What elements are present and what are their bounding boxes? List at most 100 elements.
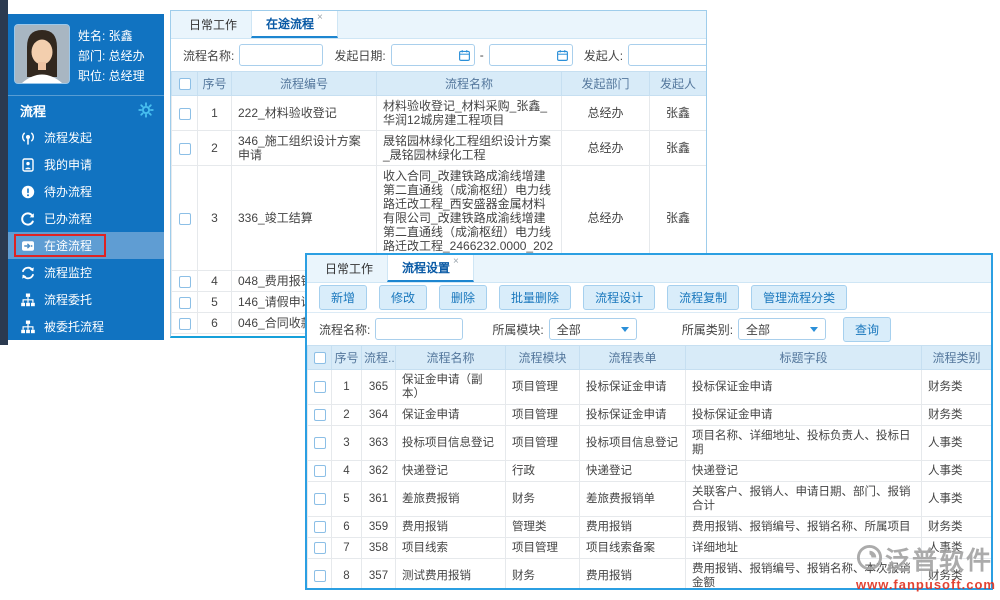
col-header-dept: 发起部门 — [561, 71, 650, 96]
flow-name-input[interactable] — [239, 44, 324, 66]
start-date-label: 发起日期: — [334, 48, 386, 63]
table-row: 8 357 测试费用报销 财务 费用报销 费用报销、报销编号、报销名称、本次报销… — [307, 558, 991, 588]
tab-close-icon[interactable]: × — [453, 256, 459, 267]
row-checkbox[interactable] — [178, 275, 191, 288]
sidebar-item-label: 流程发起 — [44, 131, 93, 145]
cell-no: 3 — [331, 425, 362, 461]
cell-flow-name: 费用报销 — [395, 516, 506, 538]
toolbar-button[interactable]: 新增 — [319, 285, 368, 310]
toolbar-button[interactable]: 删除 — [439, 285, 488, 310]
cell-flow-code: 365 — [361, 369, 396, 405]
cell-title-fields: 费用报销、报销编号、报销名称、所属项目 — [685, 516, 922, 538]
cell-no: 1 — [197, 95, 232, 131]
row-checkbox[interactable] — [313, 408, 326, 421]
gear-icon[interactable] — [138, 102, 154, 118]
tab-label: 日常工作 — [325, 262, 374, 276]
settings-table-body: 1 365 保证金申请（副本） 项目管理 投标保证金申请 投标保证金申请 财务类… — [307, 369, 991, 588]
row-checkbox[interactable] — [313, 520, 326, 533]
tab-flow-settings[interactable]: 流程设置 × — [387, 255, 474, 282]
tab-label: 流程设置 — [402, 261, 451, 275]
sidebar-item-in-transit-flows[interactable]: 在途流程 — [8, 232, 164, 259]
panel1-tabbar: 日常工作 在途流程 × — [171, 11, 706, 39]
cell-flow-name: 材料验收登记_材料采购_张鑫_华润12城房建工程项目 — [376, 95, 562, 131]
cell-flow-name: 快递登记 — [395, 460, 506, 482]
toolbar-button[interactable]: 流程设计 — [583, 285, 656, 310]
module-label: 所属模块: — [492, 322, 544, 337]
cell-initiator: 张鑫 — [649, 130, 706, 166]
row-checkbox[interactable] — [313, 492, 326, 505]
cell-flow-module: 财务 — [505, 481, 580, 517]
sidebar-item-pending-flows[interactable]: 待办流程 — [8, 178, 164, 205]
sidebar-section-title: 流程 — [20, 103, 47, 119]
sidebar: 姓名: 张鑫 部门: 总经办 职位: 总经理 流程 流程发起 我的申请 待办流程… — [8, 14, 164, 340]
row-checkbox[interactable] — [178, 212, 191, 225]
cell-dept: 总经办 — [561, 130, 650, 166]
cell-no: 8 — [331, 558, 362, 588]
tab-label: 日常工作 — [189, 18, 238, 32]
left-edge-strip — [0, 0, 8, 345]
cell-flow-code: 357 — [361, 558, 396, 588]
start-date-from-input[interactable] — [390, 44, 475, 66]
module-select[interactable]: 全部 — [548, 318, 637, 340]
row-checkbox[interactable] — [313, 541, 326, 554]
sidebar-item-flow-delegate[interactable]: 流程委托 — [8, 286, 164, 313]
cell-title-fields: 详细地址 — [685, 537, 922, 559]
cell-title-fields: 投标保证金申请 — [685, 369, 922, 405]
col-header-flow-module: 流程模块 — [505, 345, 580, 370]
cell-flow-code: 222_材料验收登记 — [231, 95, 377, 131]
row-checkbox[interactable] — [178, 317, 191, 330]
sidebar-item-label: 流程委托 — [44, 293, 93, 307]
row-checkbox[interactable] — [313, 569, 326, 582]
sidebar-item-flow-initiate[interactable]: 流程发起 — [8, 124, 164, 151]
sidebar-item-my-applications[interactable]: 我的申请 — [8, 151, 164, 178]
sidebar-item-flow-monitor[interactable]: 流程监控 — [8, 259, 164, 286]
row-checkbox[interactable] — [313, 380, 326, 393]
toolbar-button[interactable]: 流程复制 — [667, 285, 740, 310]
sidebar-item-completed-flows[interactable]: 已办流程 — [8, 205, 164, 232]
redo-icon — [20, 211, 36, 227]
start-date-to-input[interactable] — [488, 44, 573, 66]
initiator-input[interactable] — [628, 44, 706, 66]
tab-daily-work[interactable]: 日常工作 — [175, 11, 251, 38]
table-row: 6 359 费用报销 管理类 费用报销 费用报销、报销编号、报销名称、所属项目 … — [307, 516, 991, 538]
row-checkbox[interactable] — [313, 464, 326, 477]
row-checkbox[interactable] — [178, 296, 191, 309]
search-button[interactable]: 查询 — [843, 316, 892, 342]
flow-name-input[interactable] — [375, 318, 464, 340]
user-profile: 姓名: 张鑫 部门: 总经办 职位: 总经理 — [8, 14, 164, 96]
tab-close-icon[interactable]: × — [317, 12, 323, 23]
select-all-checkbox[interactable] — [178, 78, 191, 91]
row-checkbox[interactable] — [178, 142, 191, 155]
tab-in-transit-flows[interactable]: 在途流程 × — [251, 11, 338, 38]
tab-daily-work[interactable]: 日常工作 — [311, 255, 387, 282]
table-row: 3 363 投标项目信息登记 项目管理 投标项目信息登记 项目名称、详细地址、投… — [307, 425, 991, 461]
avatar — [14, 24, 70, 84]
cell-title-fields: 项目名称、详细地址、投标负责人、投标日期 — [685, 425, 922, 461]
toolbar-button[interactable]: 管理流程分类 — [751, 285, 848, 310]
chevron-down-icon — [620, 326, 629, 332]
sidebar-item-delegated-flows[interactable]: 被委托流程 — [8, 313, 164, 340]
cell-flow-code: 358 — [361, 537, 396, 559]
col-header-initiator: 发起人 — [649, 71, 706, 96]
cell-no: 6 — [197, 312, 232, 334]
toolbar-button[interactable]: 修改 — [379, 285, 428, 310]
cell-flow-form: 差旅费报销单 — [579, 481, 686, 517]
flow-name-label: 流程名称: — [319, 322, 371, 337]
col-header-flow-form: 流程表单 — [579, 345, 686, 370]
cell-flow-form: 投标保证金申请 — [579, 369, 686, 405]
row-checkbox[interactable] — [178, 107, 191, 120]
select-all-checkbox[interactable] — [313, 352, 326, 365]
sitemap-icon — [20, 319, 36, 335]
row-checkbox[interactable] — [313, 436, 326, 449]
cell-flow-name: 保证金申请 — [395, 404, 506, 426]
cell-flow-module: 管理类 — [505, 516, 580, 538]
toolbar-button[interactable]: 批量删除 — [499, 285, 572, 310]
cell-flow-module: 财务 — [505, 558, 580, 588]
broadcast-icon — [20, 130, 36, 146]
user-title: 职位: 总经理 — [78, 69, 145, 83]
col-header-title-fields: 标题字段 — [685, 345, 922, 370]
category-select[interactable]: 全部 — [738, 318, 827, 340]
table-row: 7 358 项目线索 项目管理 项目线索备案 详细地址 人事类 — [307, 537, 991, 559]
cell-flow-form: 投标项目信息登记 — [579, 425, 686, 461]
col-header-flow-code: 流程编号 — [231, 71, 377, 96]
